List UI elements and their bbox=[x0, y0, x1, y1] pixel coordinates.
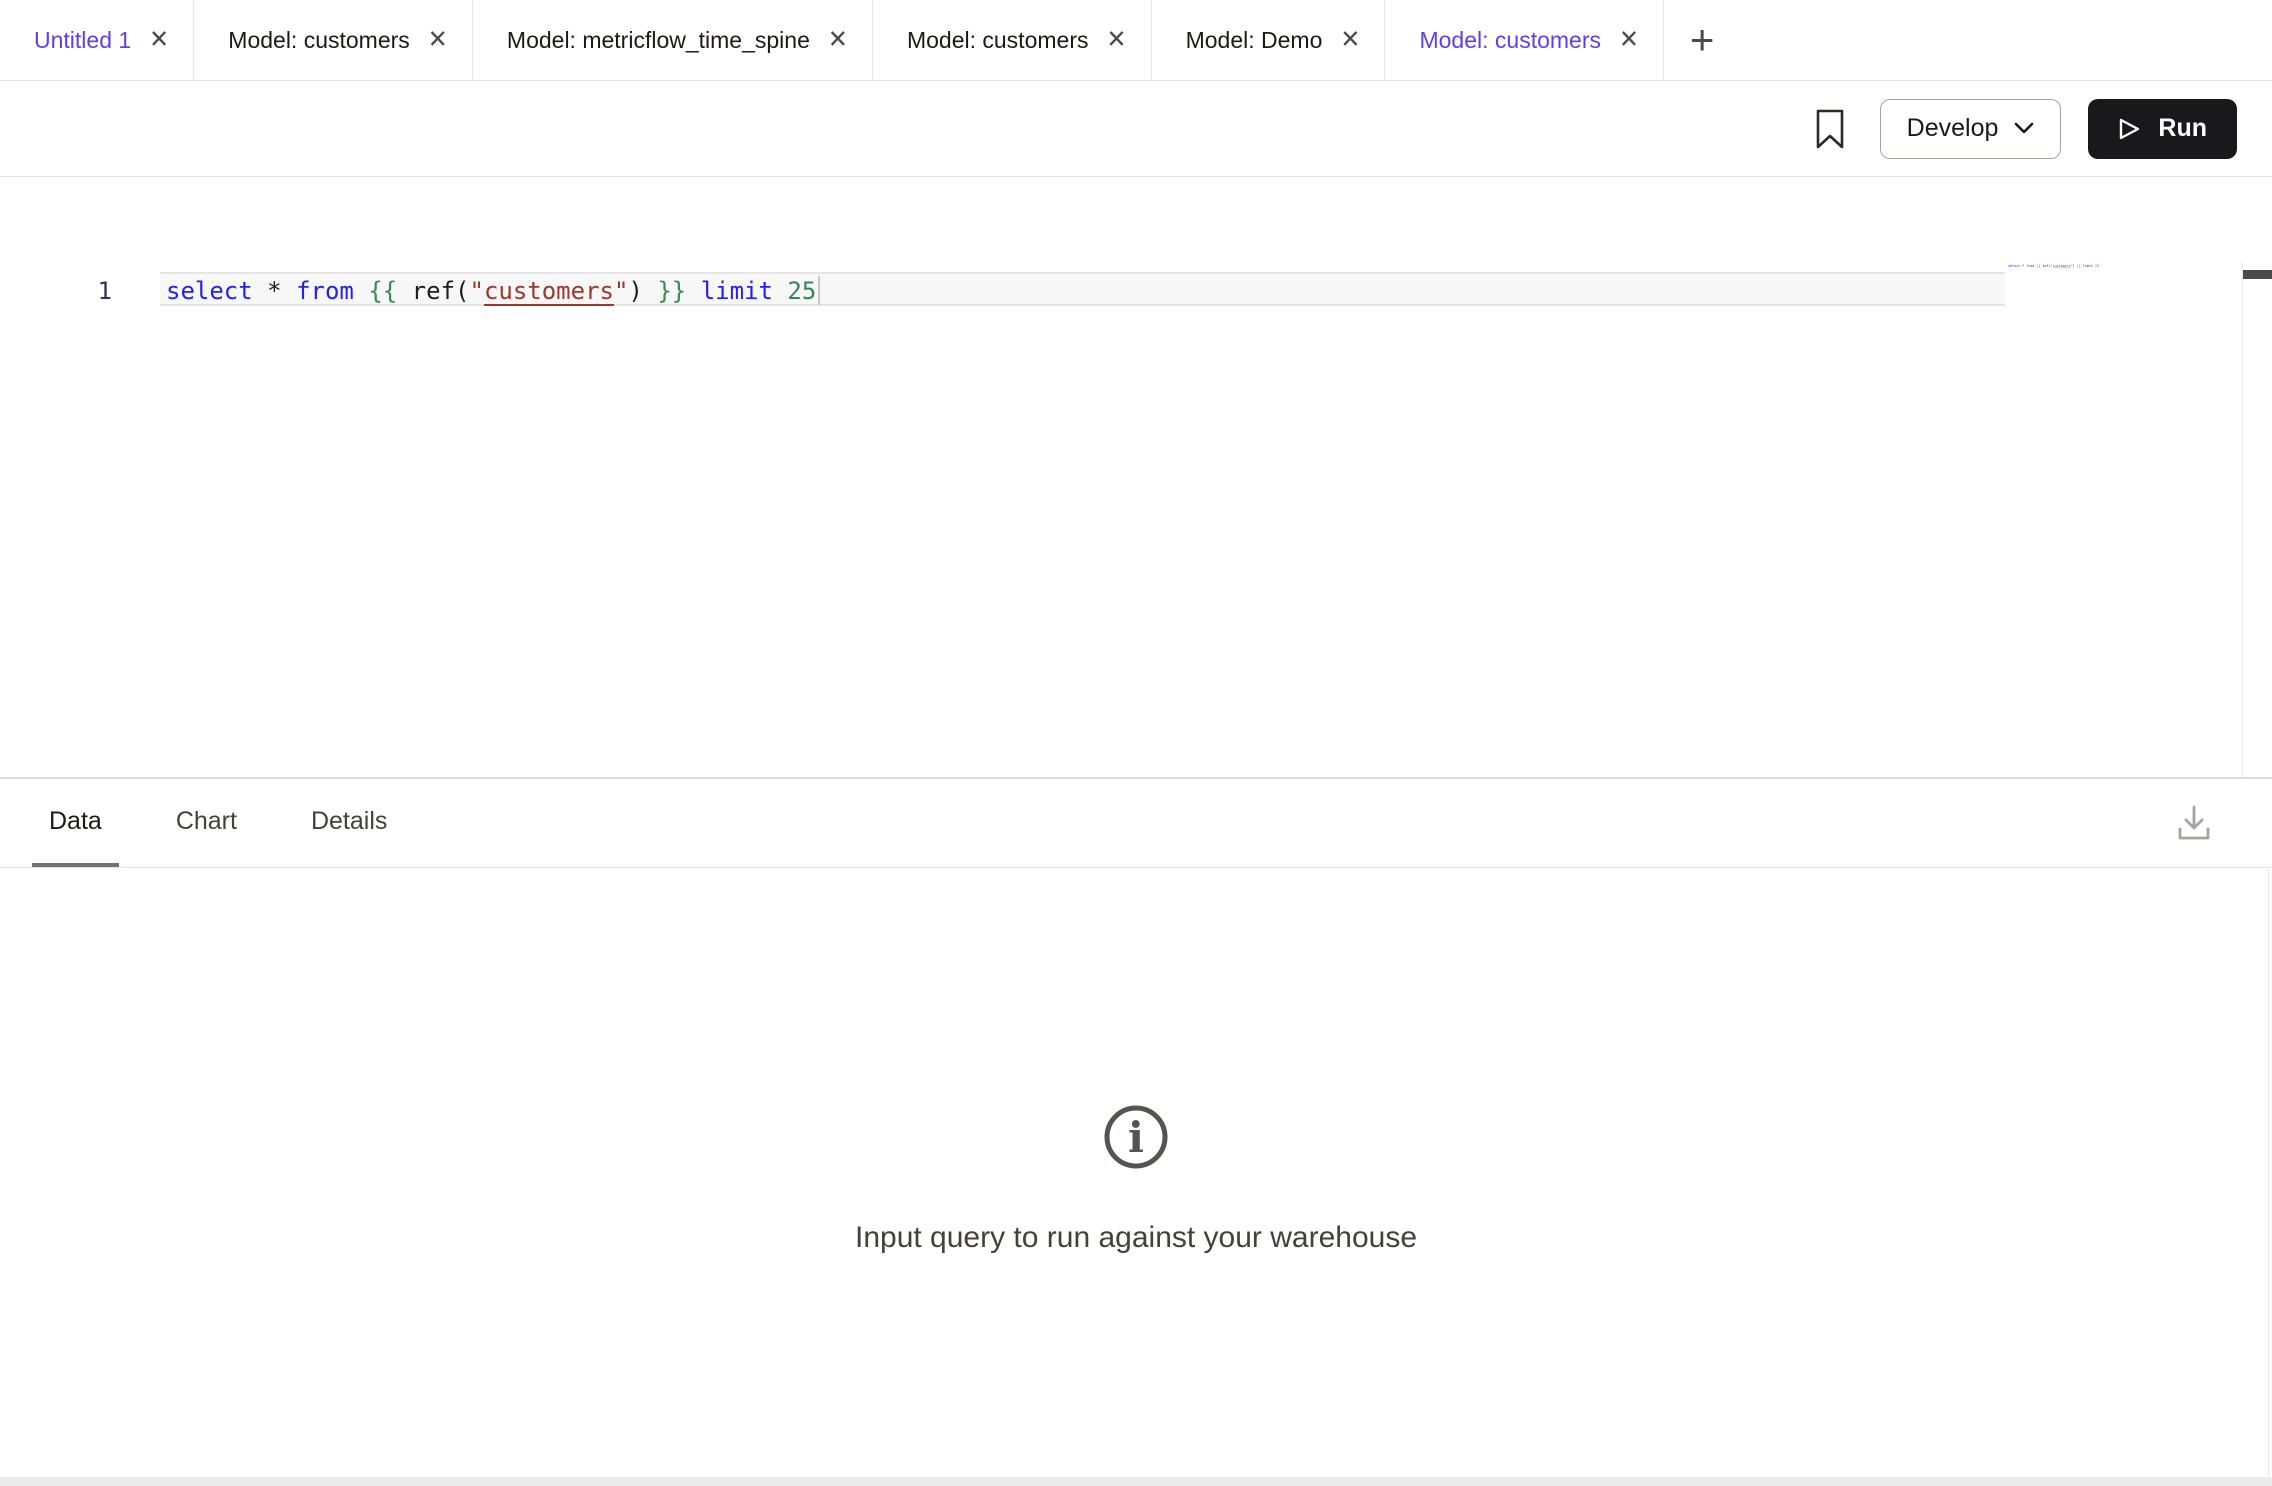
download-icon bbox=[2176, 804, 2212, 842]
code-token: }} bbox=[657, 277, 686, 305]
tab-label: Untitled 1 bbox=[34, 27, 131, 54]
code-token bbox=[397, 277, 411, 305]
app-root: Untitled 1✕Model: customers✕Model: metri… bbox=[0, 0, 2272, 1486]
close-icon[interactable]: ✕ bbox=[828, 27, 848, 52]
code-token: " bbox=[469, 277, 483, 305]
close-icon[interactable]: ✕ bbox=[1340, 27, 1360, 52]
tab-label: Model: Demo bbox=[1186, 27, 1323, 54]
bookmark-icon[interactable] bbox=[1813, 108, 1847, 150]
results-tab-data[interactable]: Data bbox=[32, 779, 119, 867]
new-tab-button[interactable]: + bbox=[1664, 0, 1740, 80]
code-token: limit bbox=[2083, 264, 2093, 268]
close-icon[interactable]: ✕ bbox=[1106, 27, 1126, 52]
code-token: ) bbox=[628, 277, 642, 305]
close-icon[interactable]: ✕ bbox=[149, 27, 169, 52]
download-button[interactable] bbox=[2164, 779, 2224, 867]
tab-label: Model: metricflow_time_spine bbox=[507, 27, 810, 54]
run-button[interactable]: Run bbox=[2088, 99, 2237, 159]
editor-code-line[interactable]: select * from {{ ref("customers") }} lim… bbox=[166, 273, 816, 309]
code-token: select bbox=[2008, 264, 2020, 268]
close-icon[interactable]: ✕ bbox=[1619, 27, 1639, 52]
editor-scrollbar-thumb[interactable] bbox=[2243, 270, 2272, 279]
code-token: ref bbox=[412, 277, 455, 305]
code-token bbox=[643, 277, 657, 305]
editor-tab[interactable]: Model: customers ✕ bbox=[1385, 0, 1664, 80]
play-icon bbox=[2118, 117, 2141, 141]
code-token: 25 bbox=[787, 277, 816, 305]
tab-bar: Untitled 1✕Model: customers✕Model: metri… bbox=[0, 0, 2272, 81]
code-token: {{ bbox=[368, 277, 397, 305]
editor-tab[interactable]: Model: Demo ✕ bbox=[1152, 0, 1386, 80]
results-tab-bar: Data Chart Details bbox=[0, 779, 2272, 868]
code-token: * bbox=[267, 277, 281, 305]
code-token: customers bbox=[2053, 264, 2071, 268]
chevron-down-icon bbox=[2014, 122, 2034, 135]
editor-tab[interactable]: Model: customers ✕ bbox=[873, 0, 1152, 80]
code-token: from bbox=[296, 277, 354, 305]
results-tab-chart[interactable]: Chart bbox=[159, 779, 254, 867]
tab-label: Model: customers bbox=[228, 27, 410, 54]
toolbar: Develop Run bbox=[0, 81, 2272, 177]
run-button-label: Run bbox=[2158, 114, 2207, 143]
minimap-code-line: select * from {{ ref("customers") }} lim… bbox=[2008, 264, 2041, 268]
close-icon[interactable]: ✕ bbox=[428, 27, 448, 52]
code-token: customers bbox=[484, 277, 614, 305]
editor-tab[interactable]: Untitled 1 ✕ bbox=[0, 0, 194, 80]
code-token bbox=[773, 277, 787, 305]
develop-button-label: Develop bbox=[1907, 114, 1999, 143]
svg-text:i: i bbox=[1128, 1113, 1144, 1162]
results-empty-state: i Input query to run against your wareho… bbox=[0, 1104, 2272, 1255]
tab-label: Model: customers bbox=[1419, 27, 1601, 54]
code-token bbox=[282, 277, 296, 305]
editor-minimap: select * from {{ ref("customers") }} lim… bbox=[2008, 264, 2242, 324]
editor-caret bbox=[818, 276, 820, 305]
bottom-strip bbox=[0, 1477, 2272, 1486]
empty-state-message: Input query to run against your warehous… bbox=[0, 1221, 2272, 1255]
code-token: ( bbox=[455, 277, 469, 305]
develop-button[interactable]: Develop bbox=[1880, 99, 2062, 159]
editor-scrollbar-track[interactable] bbox=[2242, 262, 2272, 777]
code-token bbox=[686, 277, 700, 305]
tab-label: Model: customers bbox=[907, 27, 1089, 54]
editor-tab[interactable]: Model: metricflow_time_spine ✕ bbox=[473, 0, 873, 80]
info-icon: i bbox=[1103, 1104, 1169, 1170]
plus-icon: + bbox=[1690, 16, 1715, 64]
code-token: from bbox=[2026, 264, 2034, 268]
window-scrollbar-track[interactable] bbox=[2268, 869, 2269, 1477]
code-token: 25 bbox=[2095, 264, 2099, 268]
editor-tab[interactable]: Model: customers ✕ bbox=[194, 0, 473, 80]
tab-list: Untitled 1✕Model: customers✕Model: metri… bbox=[0, 0, 1664, 80]
code-token: limit bbox=[701, 277, 773, 305]
code-token bbox=[253, 277, 267, 305]
code-token: select bbox=[166, 277, 253, 305]
sql-editor[interactable]: 1 select * from {{ ref("customers") }} l… bbox=[0, 178, 2272, 777]
results-tab-details[interactable]: Details bbox=[294, 779, 404, 867]
code-token bbox=[354, 277, 368, 305]
editor-line-number: 1 bbox=[0, 273, 160, 309]
code-token: " bbox=[614, 277, 628, 305]
